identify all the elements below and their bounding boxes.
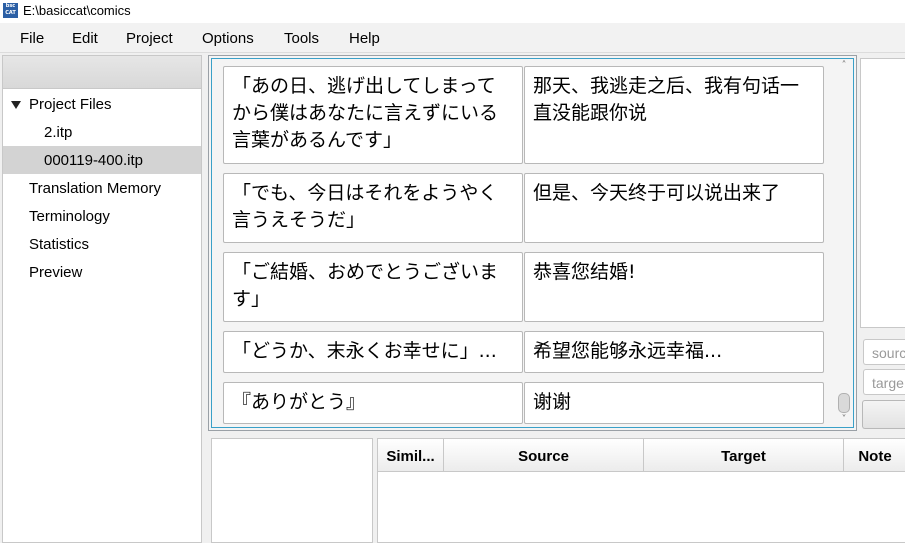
tree-item-label: 2.itp: [44, 124, 73, 141]
tree-item-label: Project Files: [29, 96, 112, 113]
tree-item-label: Statistics: [29, 236, 90, 253]
segment-target-cell[interactable]: 谢谢: [524, 382, 824, 424]
segment-source-cell[interactable]: 「ご結婚、おめでとうございます」: [223, 252, 523, 322]
segment-target-cell[interactable]: 但是、今天终于可以说出来了: [524, 173, 824, 243]
app-logo-icon: bsc CAT: [3, 3, 18, 18]
segment-target-cell[interactable]: 恭喜您结婚!: [524, 252, 824, 322]
tree-item-statistics[interactable]: Statistics: [3, 230, 201, 258]
scrollbar-thumb[interactable]: [838, 393, 850, 413]
menu-bar: File Edit Project Options Tools Help: [0, 23, 905, 53]
target-search-input[interactable]: targe: [863, 369, 905, 395]
menu-options[interactable]: Options: [202, 30, 254, 47]
tree-item-preview[interactable]: Preview: [3, 258, 201, 286]
column-header-source[interactable]: Source: [444, 439, 644, 472]
column-header-target[interactable]: Target: [644, 439, 844, 472]
tree-item-label: Preview: [29, 264, 83, 281]
menu-file[interactable]: File: [20, 30, 44, 47]
scroll-down-icon[interactable]: ˅: [839, 415, 849, 425]
expand-triangle-icon[interactable]: [11, 101, 21, 109]
segment-target-cell[interactable]: 那天、我逃走之后、我有句话一直没能跟你说: [524, 66, 824, 164]
column-header-note[interactable]: Note: [844, 439, 905, 472]
segment-source-cell[interactable]: 『ありがとう』: [223, 382, 523, 424]
tree-item-translation-memory[interactable]: Translation Memory: [3, 174, 201, 202]
segment-source-cell[interactable]: 「どうか、末永くお幸せに」...: [223, 331, 523, 373]
tree-item-terminology[interactable]: Terminology: [3, 202, 201, 230]
scroll-up-icon[interactable]: ˄: [839, 61, 849, 71]
source-search-input[interactable]: sourc: [863, 339, 905, 365]
tree-item-label: 000119-400.itp: [44, 152, 143, 169]
tree-item-file[interactable]: 2.itp: [3, 118, 201, 146]
bottom-left-panel: [211, 438, 373, 543]
tree-item-file-selected[interactable]: 000119-400.itp: [3, 146, 201, 174]
sidebar-header: [3, 56, 201, 89]
match-table: Simil... Source Target Note: [377, 438, 905, 543]
tree-item-project-files[interactable]: Project Files: [3, 90, 201, 118]
menu-help[interactable]: Help: [349, 30, 380, 47]
segment-source-cell[interactable]: 「でも、今日はそれをようやく言うえそうだ」: [223, 173, 523, 243]
window-title: E:\basiccat\comics: [23, 3, 131, 18]
menu-project[interactable]: Project: [126, 30, 173, 47]
title-bar: bsc CAT E:\basiccat\comics: [0, 0, 905, 23]
right-preview-panel: [860, 58, 905, 328]
menu-edit[interactable]: Edit: [72, 30, 98, 47]
segment-target-cell[interactable]: 希望您能够永远幸福...: [524, 331, 824, 373]
column-header-similarity[interactable]: Simil...: [378, 439, 444, 472]
segments-scrollbar[interactable]: ˄ ˅: [835, 59, 853, 427]
menu-tools[interactable]: Tools: [284, 30, 319, 47]
segment-source-cell[interactable]: 「あの日、逃げ出してしまってから僕はあなたに言えずにいる言葉があるんです」: [223, 66, 523, 164]
tree-item-label: Terminology: [29, 208, 110, 225]
sidebar: Project Files 2.itp 000119-400.itp Trans…: [2, 55, 202, 543]
tree-item-label: Translation Memory: [29, 180, 161, 197]
search-button[interactable]: [862, 400, 905, 429]
